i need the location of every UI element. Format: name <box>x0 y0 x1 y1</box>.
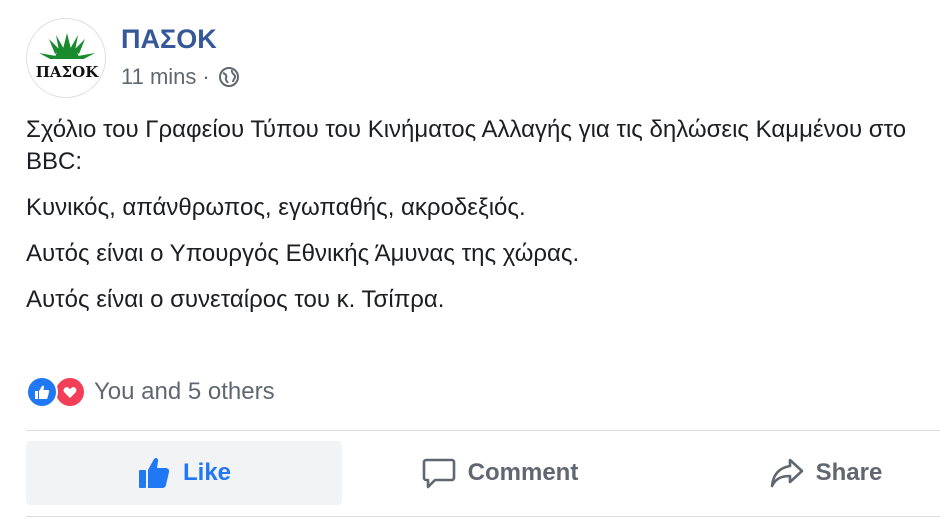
post-paragraph: Αυτός είναι ο συνεταίρος του κ. Τσίπρα. <box>26 286 445 313</box>
love-reaction-icon <box>54 376 86 408</box>
globe-icon[interactable] <box>218 66 240 88</box>
logo-text: ΠΑΣΟΚ <box>36 63 99 81</box>
thumbs-up-icon <box>138 457 170 488</box>
reactions-summary[interactable]: You and 5 others <box>26 375 275 409</box>
like-label: Like <box>182 459 232 486</box>
comment-label: Comment <box>467 459 579 486</box>
page-name-link[interactable]: ΠΑΣΟΚ <box>121 24 217 55</box>
post-meta: 11 mins · <box>121 64 240 90</box>
comment-icon <box>422 458 455 489</box>
page-avatar[interactable]: ΠΑΣΟΚ <box>26 18 106 98</box>
post-text: Σχόλιο του Γραφείου Τύπου του Κινήματος … <box>26 114 926 330</box>
share-button[interactable]: Share <box>746 441 906 505</box>
like-button[interactable]: Like <box>26 441 342 505</box>
post-timestamp[interactable]: 11 mins <box>121 64 196 90</box>
comment-button[interactable]: Comment <box>400 441 600 505</box>
reactions-count-text[interactable]: You and 5 others <box>94 378 275 406</box>
post-paragraph: Κυνικός, απάνθρωπος, εγωπαθής, ακροδεξιό… <box>26 194 526 221</box>
share-label: Share <box>815 459 883 486</box>
like-reaction-icon <box>26 376 58 408</box>
action-bar: Like Comment Share <box>26 441 940 505</box>
divider <box>26 516 940 517</box>
divider <box>26 430 940 431</box>
post-paragraph: Αυτός είναι ο Υπουργός Εθνικής Άμυνας τη… <box>26 240 580 267</box>
meta-separator: · <box>202 64 210 89</box>
share-icon <box>770 458 803 488</box>
pasok-logo: ΠΑΣΟΚ <box>35 33 99 81</box>
post-paragraph: Σχόλιο του Γραφείου Τύπου του Κινήματος … <box>26 116 907 175</box>
facebook-post: ΠΑΣΟΚ ΠΑΣΟΚ 11 mins · Σχόλιο του Γραφείο… <box>0 0 940 532</box>
